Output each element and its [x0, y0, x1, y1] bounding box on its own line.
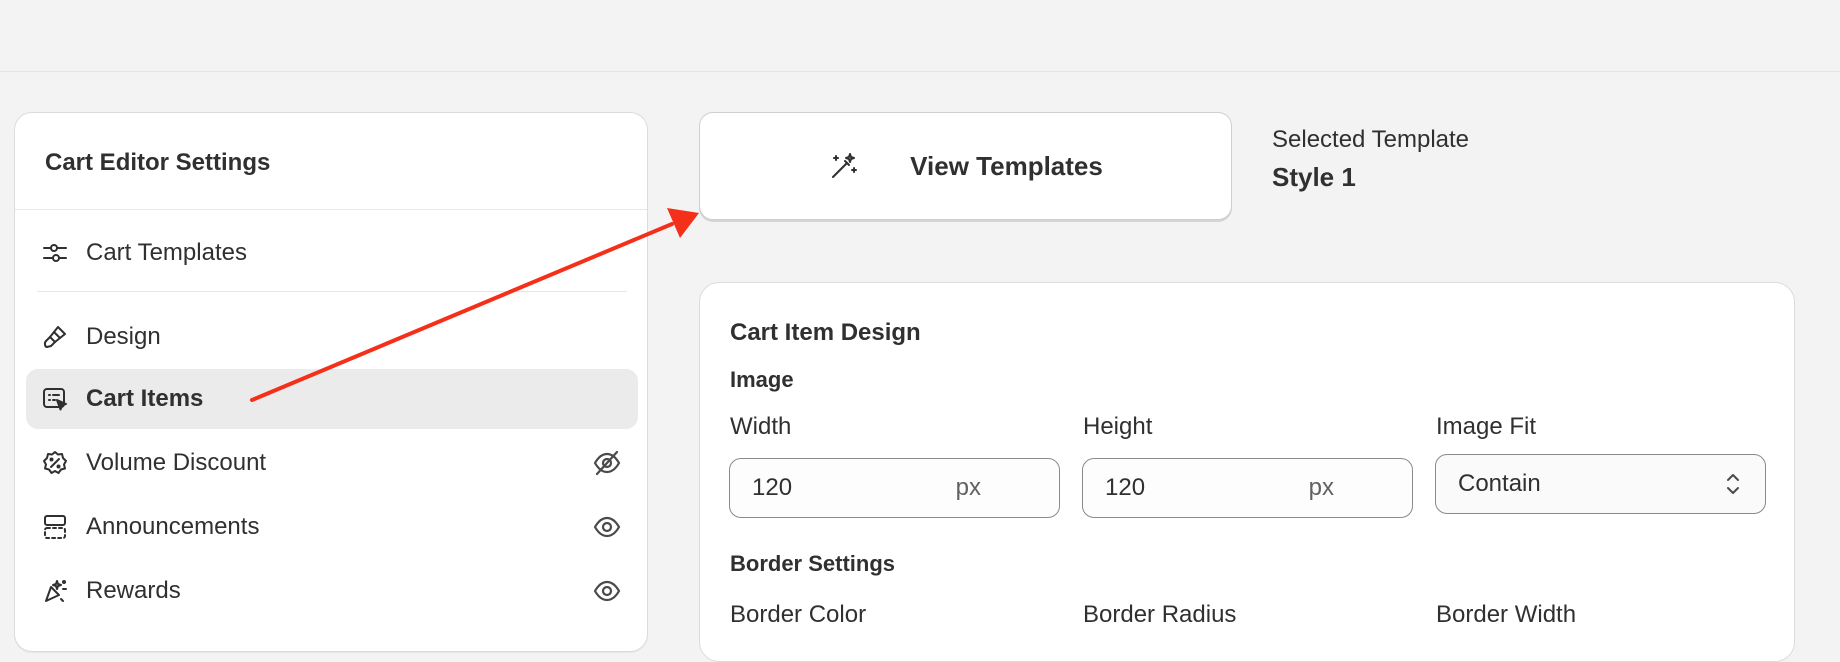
border-radius-label: Border Radius [1083, 601, 1237, 628]
selected-template-label: Selected Template [1272, 126, 1470, 153]
sidebar-item-label: Design [86, 323, 161, 350]
sliders-icon [40, 238, 70, 268]
height-value: 120 [1105, 474, 1146, 501]
sparkle-confetti-icon [40, 576, 70, 606]
sidebar-item-label: Cart Templates [86, 239, 247, 266]
eye-icon[interactable] [590, 510, 624, 544]
height-input[interactable]: 120 px [1082, 458, 1413, 518]
sidebar-item-rewards[interactable]: Rewards [26, 561, 638, 621]
height-unit: px [1308, 474, 1334, 501]
sidebar-item-label: Volume Discount [86, 449, 267, 476]
height-label: Height [1083, 413, 1153, 440]
sidebar-item-cart-templates[interactable]: Cart Templates [26, 223, 638, 283]
border-color-label: Border Color [730, 601, 867, 628]
image-fit-value: Contain [1458, 470, 1541, 497]
width-value: 120 [752, 474, 793, 501]
image-fit-select[interactable]: Contain [1435, 454, 1766, 514]
design-card-title: Cart Item Design [730, 319, 921, 346]
top-bar [0, 0, 1840, 72]
width-label: Width [730, 413, 792, 440]
sidebar-separator [37, 291, 627, 292]
sidebar-item-label: Rewards [86, 577, 181, 604]
width-input[interactable]: 120 px [729, 458, 1060, 518]
eye-icon[interactable] [590, 574, 624, 608]
sidebar-item-volume-discount[interactable]: Volume Discount [26, 433, 638, 493]
image-fit-label: Image Fit [1436, 413, 1537, 440]
sidebar-item-design[interactable]: Design [26, 307, 638, 367]
width-unit: px [955, 474, 981, 501]
cart-item-design-card: Cart Item Design Image Width Height Imag… [699, 282, 1795, 662]
eye-off-icon[interactable] [590, 446, 624, 480]
view-templates-button[interactable]: View Templates [699, 112, 1232, 220]
image-heading: Image [730, 367, 794, 392]
cart-item-cursor-icon [40, 384, 70, 414]
announcement-layout-icon [40, 512, 70, 542]
border-width-label: Border Width [1436, 601, 1577, 628]
sidebar-item-announcements[interactable]: Announcements [26, 497, 638, 557]
selected-template-value: Style 1 [1272, 162, 1356, 192]
sidebar-divider [15, 209, 647, 210]
border-settings-heading: Border Settings [730, 551, 896, 576]
chevron-up-down-icon [1723, 470, 1743, 498]
sidebar-title: Cart Editor Settings [45, 149, 271, 176]
magic-wand-icon [828, 150, 860, 182]
sidebar-item-cart-items[interactable]: Cart Items [26, 369, 638, 429]
sidebar-item-label: Announcements [86, 513, 260, 540]
cart-editor-sidebar: Cart Editor Settings Cart Templates Desi… [14, 112, 648, 652]
sidebar-item-label: Cart Items [86, 385, 204, 412]
discount-badge-icon [40, 448, 70, 478]
brush-icon [40, 322, 70, 352]
view-templates-label: View Templates [910, 150, 1103, 181]
